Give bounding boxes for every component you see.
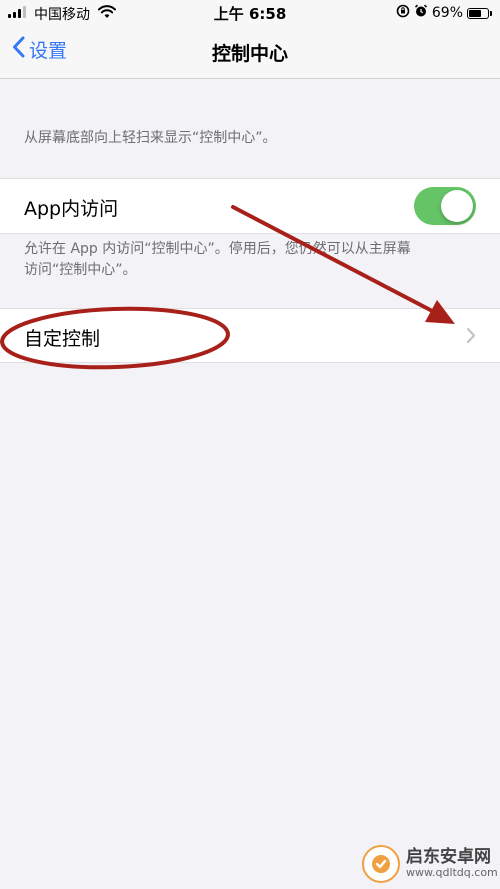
battery-icon — [467, 7, 489, 19]
watermark: 启东安卓网 www.qdltdq.com — [362, 838, 500, 889]
in-app-description-line-2: 访问“控制中心”。 — [24, 262, 137, 278]
alarm-icon — [414, 4, 428, 22]
control-center-description: 从屏幕底部向上轻扫来显示“控制中心”。 — [24, 130, 277, 146]
orientation-lock-icon — [396, 4, 410, 22]
toggle-knob — [441, 190, 473, 222]
customize-controls-label: 自定控制 — [24, 328, 101, 350]
chevron-right-icon — [466, 327, 476, 348]
in-app-description-line-1: 允许在 App 内访问“控制中心”。停用后，您仍然可以从主屏幕 — [24, 241, 411, 257]
watermark-name: 启东安卓网 — [406, 847, 491, 868]
battery-percent: 69% — [431, 5, 463, 21]
in-app-access-row: App内访问 — [0, 178, 500, 234]
page-title: 控制中心 — [211, 43, 288, 65]
watermark-url: www.qdltdq.com — [406, 865, 498, 879]
in-app-access-toggle[interactable] — [414, 187, 476, 225]
customize-controls-row[interactable]: 自定控制 — [0, 308, 500, 363]
watermark-logo-icon — [362, 844, 400, 883]
navigation-bar: 设置 控制中心 — [0, 26, 500, 79]
in-app-access-label: App内访问 — [24, 198, 119, 220]
in-app-access-description: 允许在 App 内访问“控制中心”。停用后，您仍然可以从主屏幕 访问“控制中心”… — [24, 239, 476, 281]
status-bar: 中国移动 上午 6:58 69% — [0, 0, 500, 26]
